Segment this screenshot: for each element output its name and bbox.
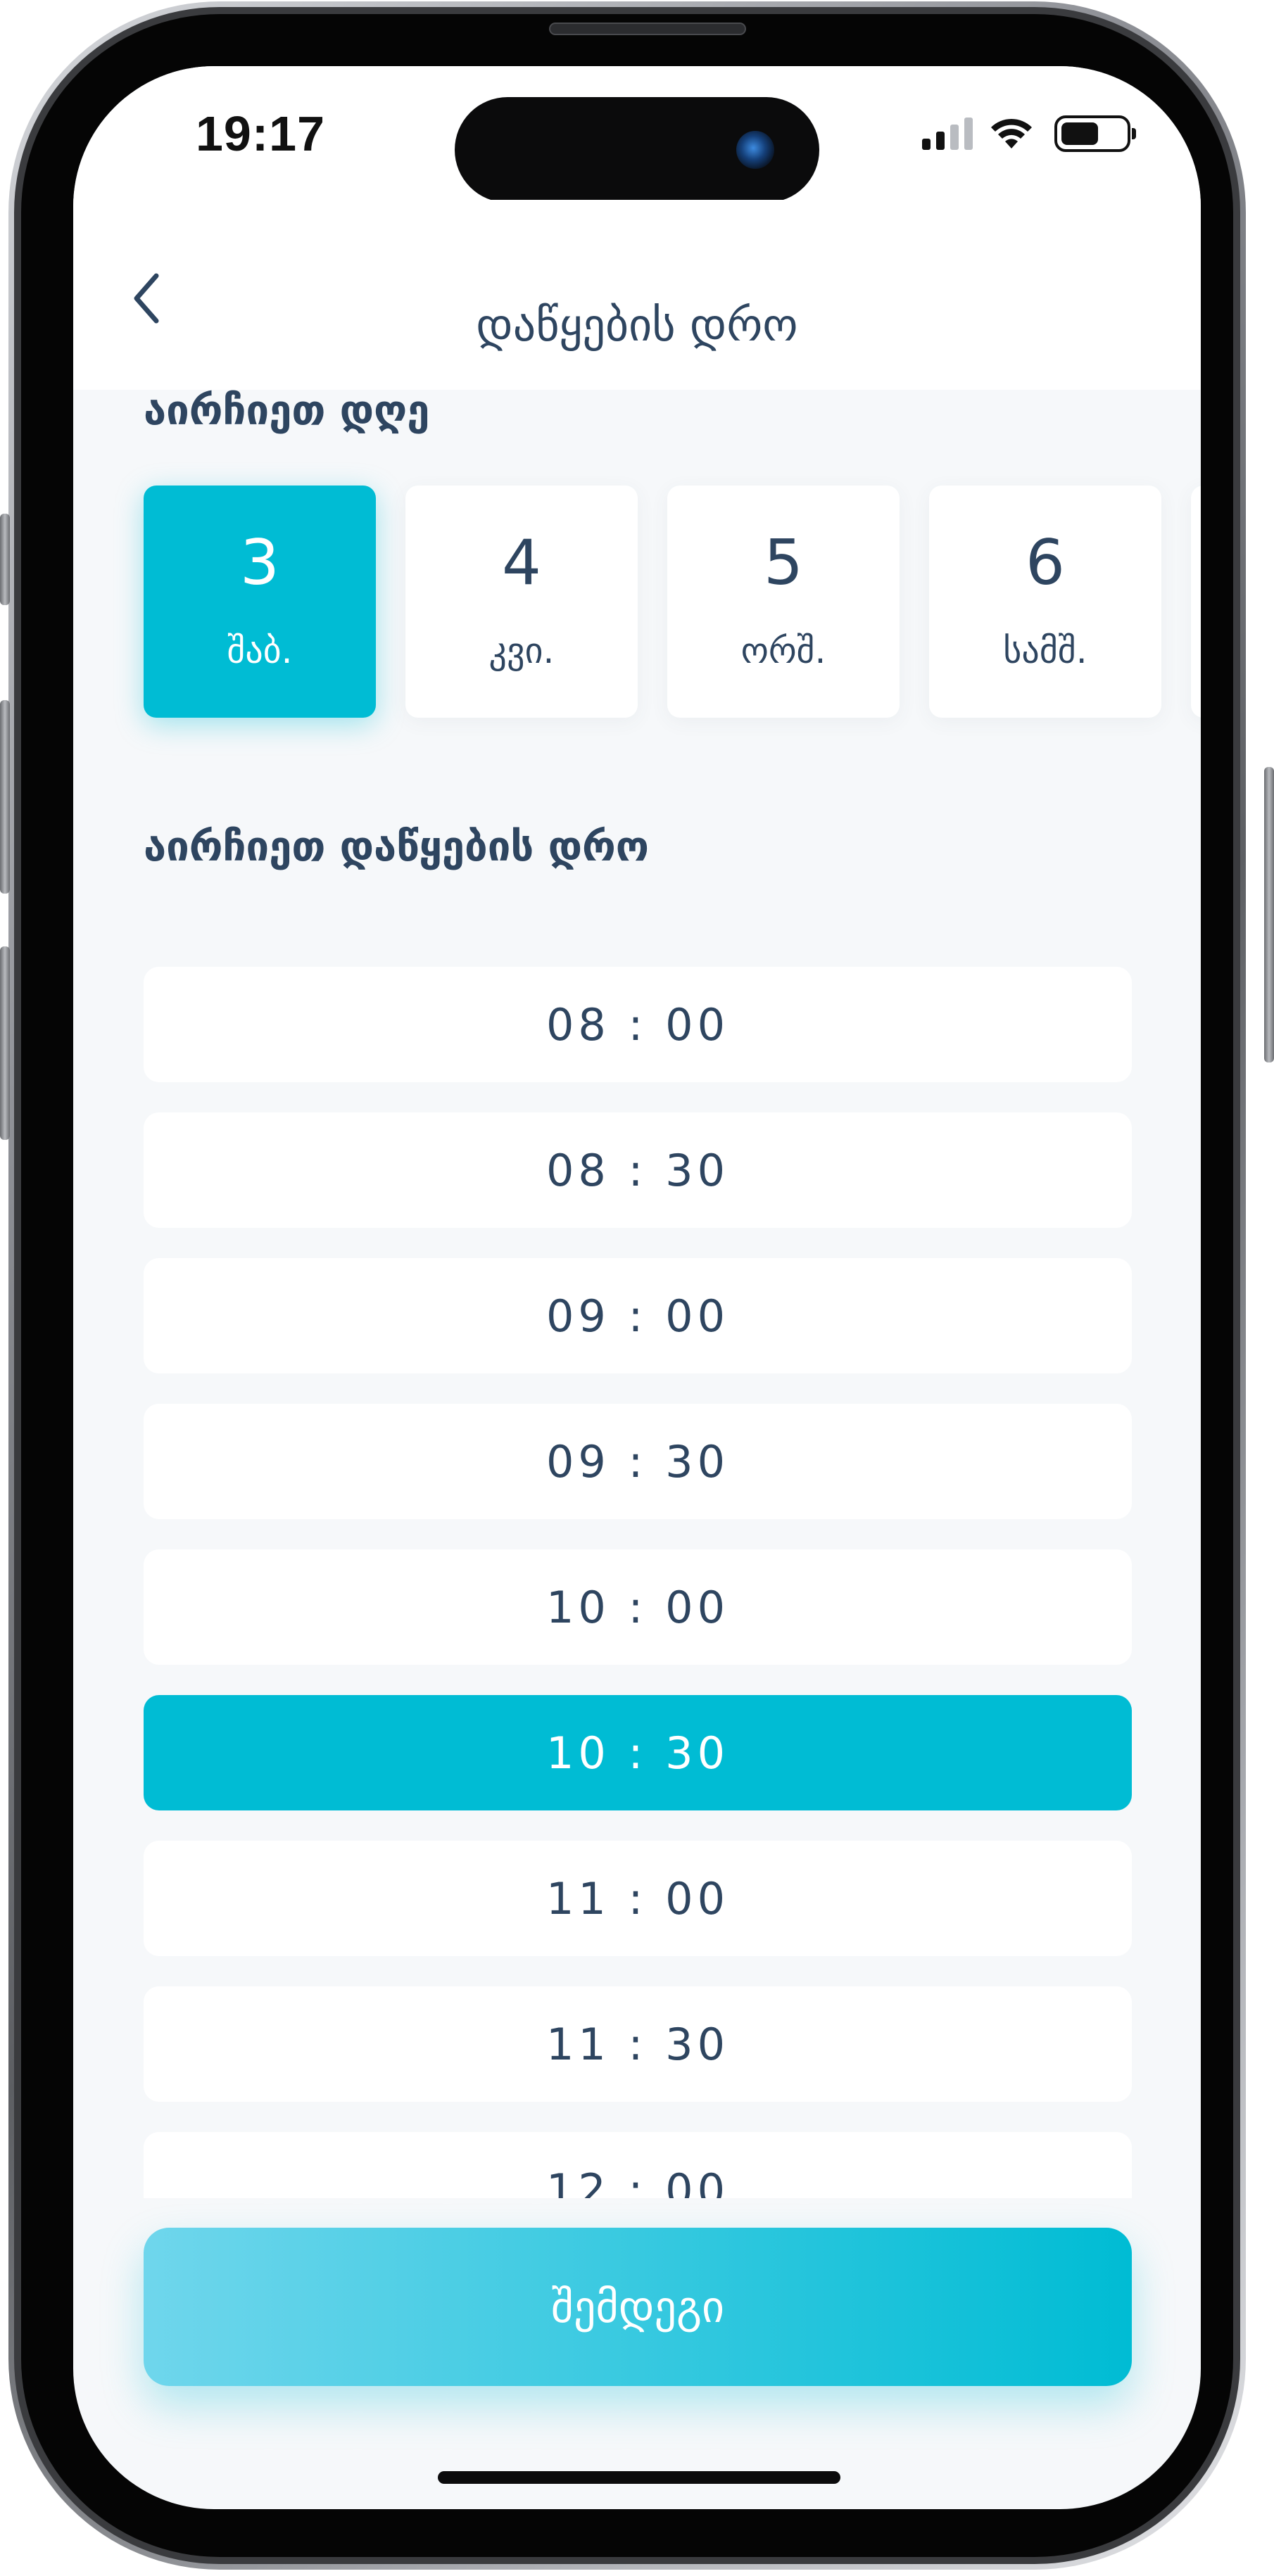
status-icons — [922, 115, 1136, 152]
time-slot[interactable]: 09 : 30 — [144, 1404, 1132, 1519]
day-name: შაბ. — [227, 630, 293, 671]
volume-down-button — [0, 946, 10, 1140]
time-slot[interactable]: 12 : 00 — [144, 2132, 1132, 2198]
page-title: დაწყების დრო — [476, 300, 798, 352]
select-day-heading: აირჩიეთ დღე — [144, 386, 430, 434]
next-button[interactable]: შემდეგი — [144, 2228, 1132, 2386]
wifi-icon — [991, 118, 1032, 148]
time-slot[interactable]: 11 : 00 — [144, 1841, 1132, 1956]
day-card[interactable]: 5 ორშ. — [667, 486, 900, 718]
app-screen: 19:17 დაწყების დრო აირჩიეთ დღე 3 შაბ. 4 … — [73, 66, 1201, 2509]
dynamic-island — [455, 97, 819, 203]
day-card[interactable]: 6 სამშ. — [929, 486, 1161, 718]
speaker-slot — [549, 23, 746, 35]
header: დაწყების დრო — [73, 200, 1201, 390]
front-camera-icon — [736, 131, 774, 169]
day-card[interactable]: 4 კვი. — [405, 486, 638, 718]
time-slot-selected[interactable]: 10 : 30 — [144, 1695, 1132, 1810]
home-indicator[interactable] — [438, 2471, 840, 2484]
action-button — [0, 514, 10, 605]
time-slot[interactable]: 10 : 00 — [144, 1549, 1132, 1665]
day-number: 5 — [764, 526, 803, 599]
day-name: ორშ. — [740, 630, 826, 671]
day-number: 6 — [1026, 526, 1065, 599]
time-slot-list[interactable]: 08 : 00 08 : 30 09 : 00 09 : 30 10 : 00 … — [144, 967, 1132, 2198]
day-name: კვი. — [488, 630, 555, 671]
volume-up-button — [0, 700, 10, 894]
day-number: 3 — [240, 526, 279, 599]
power-button — [1264, 767, 1274, 1062]
day-name: სამშ. — [1003, 630, 1087, 671]
cellular-signal-icon — [922, 118, 973, 150]
time-slot[interactable]: 08 : 00 — [144, 967, 1132, 1082]
status-time: 19:17 — [196, 106, 326, 161]
day-picker: 3 შაბ. 4 კვი. 5 ორშ. 6 სამშ. — [144, 486, 1201, 718]
time-slot[interactable]: 11 : 30 — [144, 1986, 1132, 2102]
select-time-heading: აირჩიეთ დაწყების დრო — [144, 823, 649, 870]
battery-icon — [1054, 115, 1136, 152]
time-slot[interactable]: 09 : 00 — [144, 1258, 1132, 1373]
day-number: 4 — [502, 526, 541, 599]
day-card[interactable]: 3 შაბ. — [144, 486, 376, 718]
status-bar: 19:17 — [73, 66, 1201, 203]
time-slot[interactable]: 08 : 30 — [144, 1112, 1132, 1228]
day-card-partial[interactable] — [1191, 486, 1201, 718]
